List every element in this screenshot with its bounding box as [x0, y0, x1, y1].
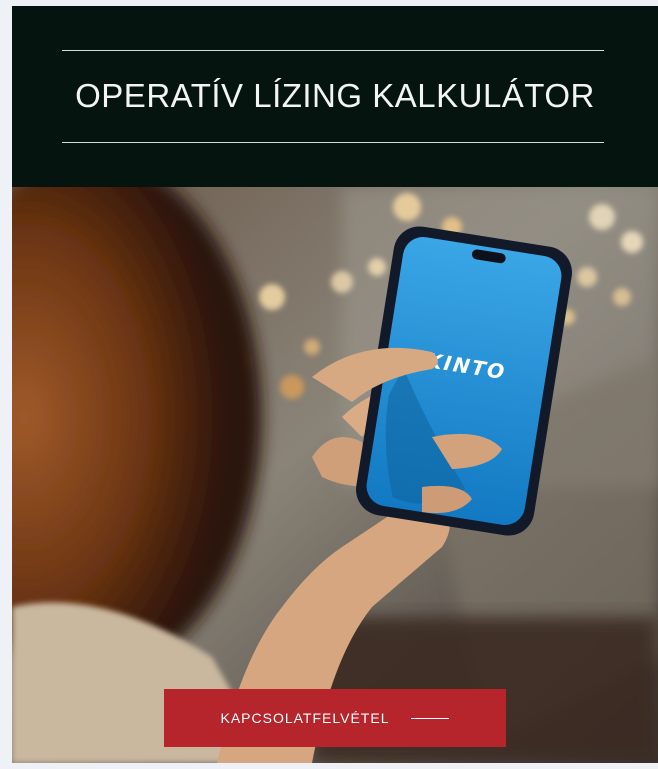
contact-button-label: KAPCSOLATFELVÉTEL — [220, 710, 390, 726]
header: OPERATÍV LÍZING KALKULÁTOR — [12, 6, 658, 187]
divider-top — [62, 50, 604, 51]
divider-bottom — [62, 142, 604, 143]
hand-holding-phone-photo: KINTO — [12, 187, 658, 763]
page-title: OPERATÍV LÍZING KALKULÁTOR — [75, 77, 595, 114]
arrow-line-icon — [411, 717, 450, 719]
promo-card: OPERATÍV LÍZING KALKULÁTOR KINTO KAPCSOL… — [12, 6, 658, 763]
hero-image: KINTO — [12, 187, 658, 763]
contact-button[interactable]: KAPCSOLATFELVÉTEL — [164, 689, 506, 747]
